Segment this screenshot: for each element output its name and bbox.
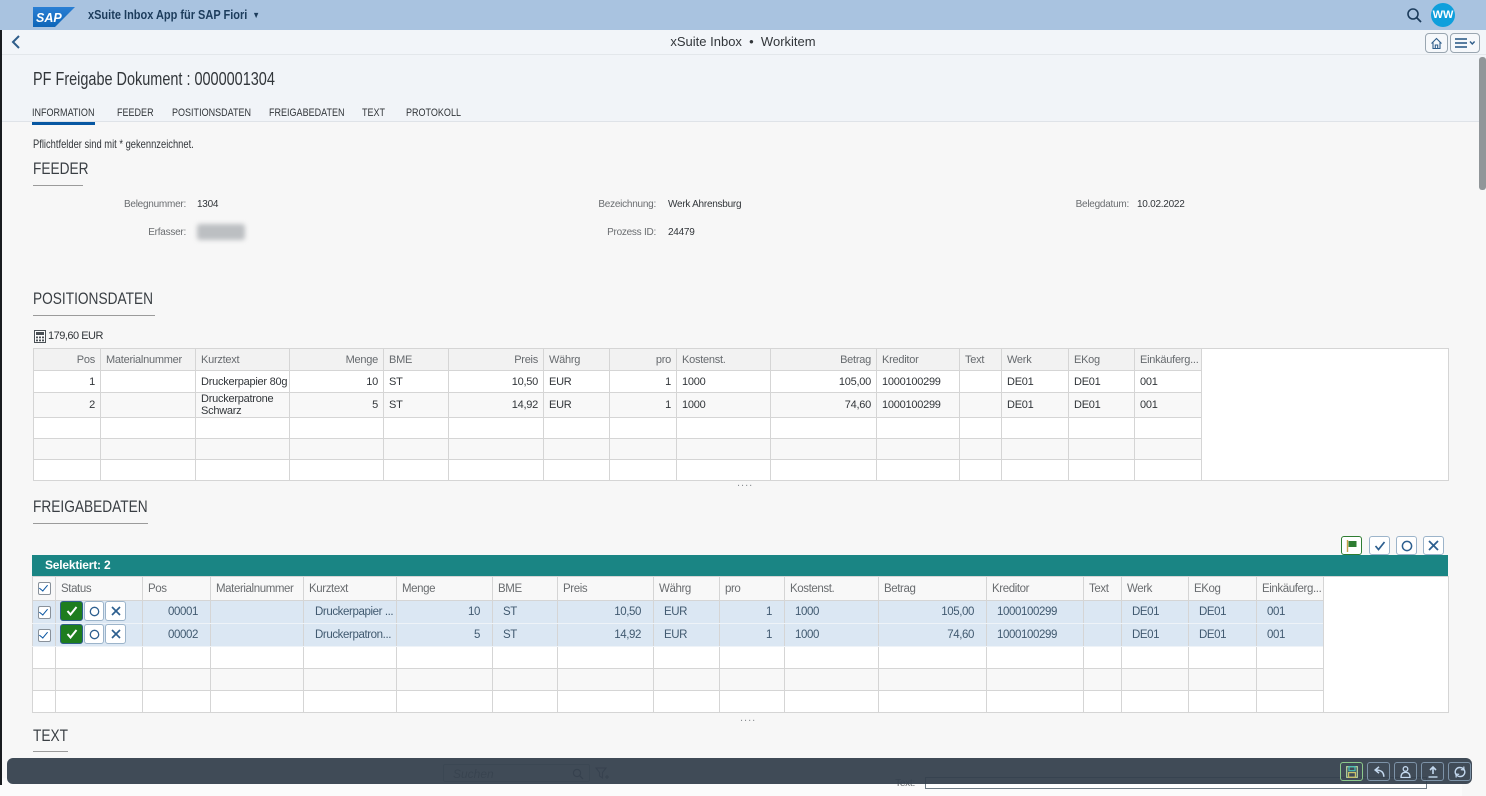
svg-text:SAP: SAP	[36, 11, 62, 25]
